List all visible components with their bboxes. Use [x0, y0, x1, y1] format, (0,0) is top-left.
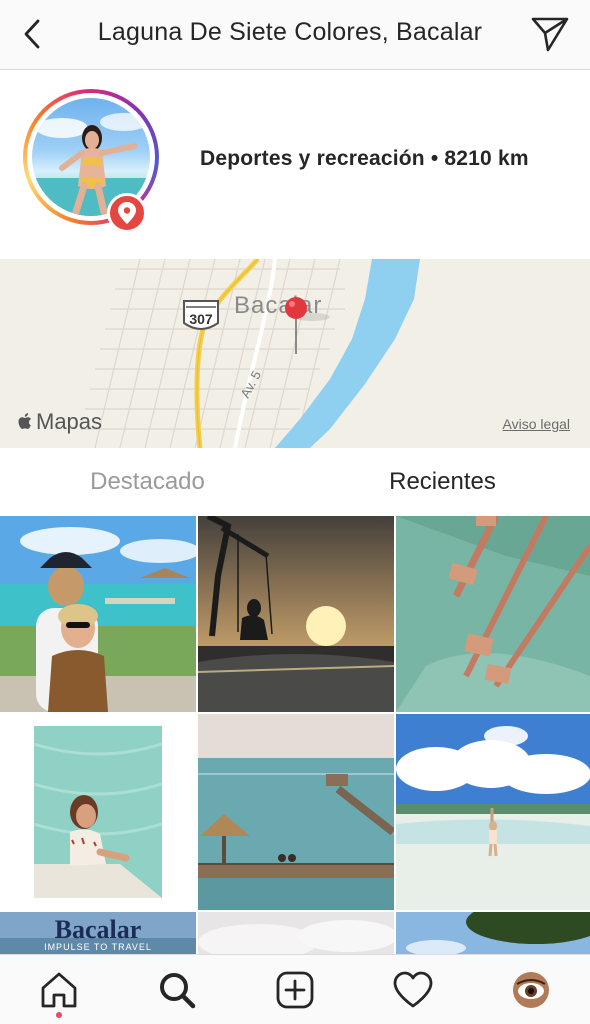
- add-post-icon: [276, 971, 314, 1008]
- chevron-left-icon: [24, 19, 40, 49]
- photo-bacalar-banner[interactable]: Bacalar IMPULSE TO TRAVEL: [0, 912, 196, 954]
- highway-label: 307: [189, 311, 213, 327]
- bottom-tab-bar: [0, 954, 590, 1024]
- nav-activity[interactable]: [354, 955, 472, 1024]
- location-pin-icon: [118, 202, 136, 224]
- photo-swing-sunset[interactable]: [198, 516, 394, 712]
- profile-avatar-icon: [513, 971, 549, 1008]
- location-map[interactable]: 307 Bacalar Av. 5 Mapas Aviso legal: [0, 259, 590, 448]
- legal-notice-link[interactable]: Aviso legal: [503, 416, 570, 432]
- top-navigation-bar: Laguna De Siete Colores, Bacalar: [0, 0, 590, 70]
- nav-profile[interactable]: [472, 955, 590, 1024]
- map-pin-icon[interactable]: [285, 297, 307, 354]
- nav-search[interactable]: [118, 955, 236, 1024]
- photo-woman-water[interactable]: [0, 714, 196, 910]
- location-badge: [107, 193, 147, 233]
- feed-tabs: Destacado Recientes: [0, 449, 590, 515]
- tab-destacado[interactable]: Destacado: [0, 449, 295, 515]
- page-title: Laguna De Siete Colores, Bacalar: [97, 18, 483, 46]
- home-icon: [41, 972, 77, 1007]
- maps-attribution-label: Mapas: [36, 409, 103, 434]
- tab-recientes[interactable]: Recientes: [295, 449, 590, 515]
- nav-new-post[interactable]: [236, 955, 354, 1024]
- location-profile: Deportes y recreación • 8210 km: [0, 71, 590, 259]
- photo-cloudy-sky[interactable]: [198, 912, 394, 954]
- photo-aerial-piers[interactable]: [396, 516, 590, 712]
- heart-icon: [393, 971, 433, 1007]
- notification-dot: [56, 1012, 62, 1018]
- banner-subtitle: IMPULSE TO TRAVEL: [44, 942, 152, 952]
- photo-tree-sky[interactable]: [396, 912, 590, 954]
- share-button[interactable]: [528, 12, 572, 56]
- photo-grid: Bacalar IMPULSE TO TRAVEL: [0, 516, 590, 954]
- photo-woman-shore-clouds[interactable]: [396, 714, 590, 910]
- location-category-distance: Deportes y recreación • 8210 km: [200, 147, 529, 170]
- nav-home[interactable]: [0, 955, 118, 1024]
- apple-logo-icon: [18, 413, 31, 429]
- search-icon: [160, 972, 196, 1008]
- photo-dock-couple[interactable]: [0, 516, 196, 712]
- banner-title: Bacalar: [55, 915, 142, 944]
- paper-plane-icon: [531, 17, 569, 52]
- maps-attribution: Mapas: [16, 409, 102, 435]
- back-button[interactable]: [14, 14, 50, 54]
- photo-pier-palapa[interactable]: [198, 714, 394, 910]
